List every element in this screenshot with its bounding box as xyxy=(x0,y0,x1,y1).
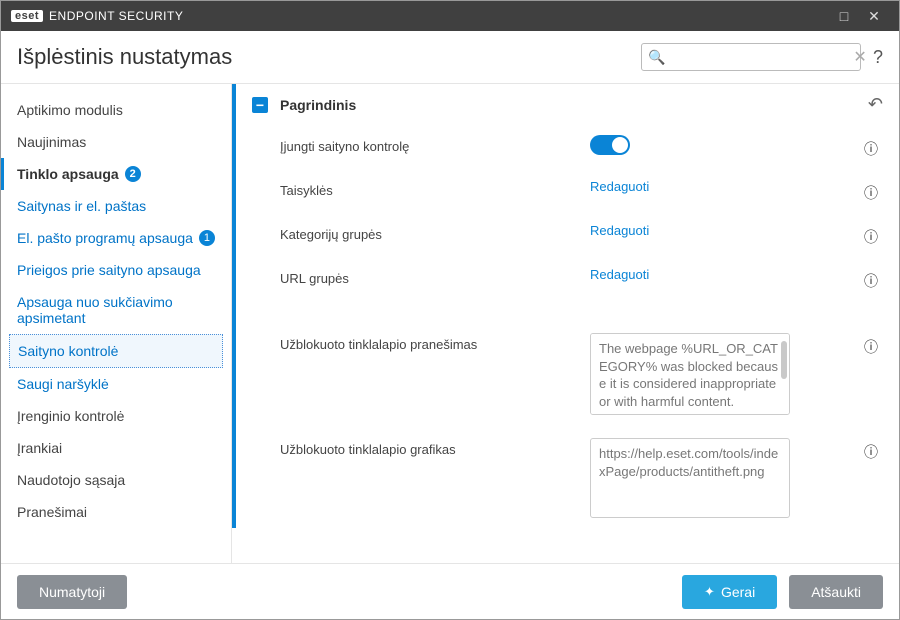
content-pane: − Pagrindinis ↶ Įjungti saityno kontrolę… xyxy=(231,84,899,563)
badge-icon: 1 xyxy=(199,230,215,246)
search-box[interactable]: 🔍 ✕ xyxy=(641,43,861,71)
header: Išplėstinis nustatymas 🔍 ✕ ? xyxy=(1,31,899,84)
row-label: URL grupės xyxy=(280,267,590,286)
row-blocked-image: Užblokuoto tinklalapio grafikas ⓘ xyxy=(236,428,899,528)
search-icon: 🔍 xyxy=(648,49,665,66)
brand-box: eset xyxy=(11,10,43,22)
panel-title: Pagrindinis xyxy=(280,97,856,113)
shield-icon xyxy=(704,583,715,600)
sidebar: Aptikimo modulis Naujinimas Tinklo apsau… xyxy=(1,84,231,563)
page-title: Išplėstinis nustatymas xyxy=(17,44,641,70)
info-icon[interactable]: ⓘ xyxy=(859,267,883,291)
button-label: Numatytoji xyxy=(39,584,105,600)
enable-toggle[interactable] xyxy=(590,135,630,155)
sidebar-item-web-email[interactable]: Saitynas ir el. paštas xyxy=(1,190,231,222)
scrollbar-thumb[interactable] xyxy=(781,341,787,379)
row-label: Taisyklės xyxy=(280,179,590,198)
window-close-icon[interactable]: ✕ xyxy=(859,8,889,25)
row-label: Kategorijų grupės xyxy=(280,223,590,242)
sidebar-item-label: Saugi naršyklė xyxy=(17,376,109,392)
sidebar-item-web-access[interactable]: Prieigos prie saityno apsauga xyxy=(1,254,231,286)
sidebar-item-label: Pranešimai xyxy=(17,504,87,520)
sidebar-item-label: Apsauga nuo sukčiavimo apsimetant xyxy=(17,294,215,326)
row-blocked-message: Užblokuoto tinklalapio pranešimas ⓘ xyxy=(236,323,899,428)
window-maximize-icon[interactable]: □ xyxy=(829,8,859,24)
row-category-groups: Kategorijų grupės Redaguoti ⓘ xyxy=(236,213,899,257)
sidebar-item-email-client[interactable]: El. pašto programų apsauga 1 xyxy=(1,222,231,254)
cancel-button[interactable]: Atšaukti xyxy=(789,575,883,609)
row-url-groups: URL grupės Redaguoti ⓘ xyxy=(236,257,899,301)
edit-urlgroups-link[interactable]: Redaguoti xyxy=(590,267,649,282)
info-icon[interactable]: ⓘ xyxy=(859,333,883,357)
sidebar-item-label: Prieigos prie saityno apsauga xyxy=(17,262,201,278)
help-icon[interactable]: ? xyxy=(873,47,883,68)
clear-search-icon[interactable]: ✕ xyxy=(853,47,866,67)
sidebar-item-notifications[interactable]: Pranešimai xyxy=(1,496,231,528)
info-icon[interactable]: ⓘ xyxy=(859,135,883,159)
panel-main: − Pagrindinis ↶ Įjungti saityno kontrolę… xyxy=(232,84,899,528)
button-label: Atšaukti xyxy=(811,584,861,600)
sidebar-item-label: Tinklo apsauga xyxy=(17,166,119,182)
ok-button[interactable]: Gerai xyxy=(682,575,777,609)
sidebar-item-label: Saityno kontrolė xyxy=(18,343,118,359)
sidebar-item-web-control[interactable]: Saityno kontrolė xyxy=(9,334,223,368)
sidebar-item-secure-browser[interactable]: Saugi naršyklė xyxy=(1,368,231,400)
edit-rules-link[interactable]: Redaguoti xyxy=(590,179,649,194)
sidebar-item-label: Naudotojo sąsaja xyxy=(17,472,125,488)
sidebar-item-antiphishing[interactable]: Apsauga nuo sukčiavimo apsimetant xyxy=(1,286,231,334)
revert-icon[interactable]: ↶ xyxy=(868,94,883,115)
search-input[interactable] xyxy=(671,50,847,65)
row-label: Užblokuoto tinklalapio grafikas xyxy=(280,438,590,457)
sidebar-item-label: Saitynas ir el. paštas xyxy=(17,198,146,214)
row-enable: Įjungti saityno kontrolę ⓘ xyxy=(236,125,899,169)
info-icon[interactable]: ⓘ xyxy=(859,179,883,203)
titlebar: eset ENDPOINT SECURITY □ ✕ xyxy=(1,1,899,31)
sidebar-item-label: El. pašto programų apsauga xyxy=(17,230,193,246)
info-icon[interactable]: ⓘ xyxy=(859,438,883,462)
edit-catgroups-link[interactable]: Redaguoti xyxy=(590,223,649,238)
brand: eset ENDPOINT SECURITY xyxy=(11,9,183,23)
sidebar-item-label: Aptikimo modulis xyxy=(17,102,123,118)
sidebar-item-device-control[interactable]: Įrenginio kontrolė xyxy=(1,400,231,432)
product-name: ENDPOINT SECURITY xyxy=(49,9,183,23)
row-label: Užblokuoto tinklalapio pranešimas xyxy=(280,333,590,352)
sidebar-item-label: Įrankiai xyxy=(17,440,62,456)
collapse-icon[interactable]: − xyxy=(252,97,268,113)
row-label: Įjungti saityno kontrolę xyxy=(280,135,590,154)
sidebar-item-label: Naujinimas xyxy=(17,134,86,150)
sidebar-item-update[interactable]: Naujinimas xyxy=(1,126,231,158)
button-label: Gerai xyxy=(721,584,755,600)
row-rules: Taisyklės Redaguoti ⓘ xyxy=(236,169,899,213)
sidebar-item-tools[interactable]: Įrankiai xyxy=(1,432,231,464)
info-icon[interactable]: ⓘ xyxy=(859,223,883,247)
sidebar-item-network[interactable]: Tinklo apsauga 2 xyxy=(1,158,231,190)
blocked-message-textarea[interactable] xyxy=(590,333,790,415)
default-button[interactable]: Numatytoji xyxy=(17,575,127,609)
footer: Numatytoji Gerai Atšaukti xyxy=(1,563,899,619)
blocked-image-textarea[interactable] xyxy=(590,438,790,518)
badge-icon: 2 xyxy=(125,166,141,182)
sidebar-item-detection[interactable]: Aptikimo modulis xyxy=(1,94,231,126)
sidebar-item-label: Įrenginio kontrolė xyxy=(17,408,124,424)
sidebar-item-ui[interactable]: Naudotojo sąsaja xyxy=(1,464,231,496)
